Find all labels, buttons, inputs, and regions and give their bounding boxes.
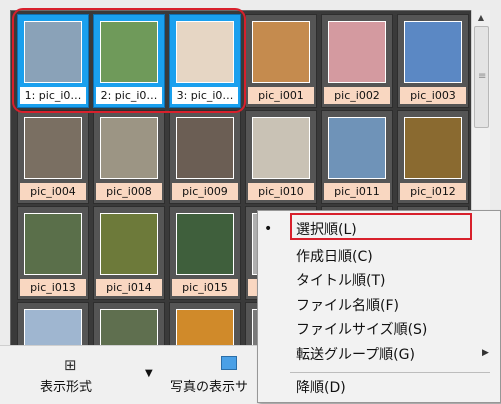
photo-thumbnail: [100, 213, 158, 275]
photo-thumbnail: [328, 21, 386, 83]
thumbnail-tile[interactable]: pic_i014: [93, 206, 165, 300]
thumbnail-tile[interactable]: [17, 302, 89, 346]
menu-item-filename[interactable]: ファイル名順(F): [296, 295, 399, 315]
menu-item-descending[interactable]: 降順(D): [296, 377, 346, 397]
thumbnail-label: pic_i012: [400, 183, 466, 200]
thumbnail-label: pic_i014: [96, 279, 162, 296]
photo-thumbnail: [252, 117, 310, 179]
photo-thumbnail: [404, 21, 462, 83]
thumbnail-tile[interactable]: pic_i001: [245, 14, 317, 108]
menu-item-selection-order[interactable]: 選択順(L): [296, 219, 357, 239]
thumbnail-tile[interactable]: pic_i011: [321, 110, 393, 204]
thumbnail-tile[interactable]: pic_i013: [17, 206, 89, 300]
scroll-up-arrow-icon[interactable]: ▲: [472, 10, 490, 26]
thumbnail-label: pic_i010: [248, 183, 314, 200]
photo-thumbnail: [24, 213, 82, 275]
photo-thumbnail: [100, 117, 158, 179]
menu-separator: [290, 372, 490, 373]
grid-icon[interactable]: ⊞: [64, 356, 77, 374]
photo-thumbnail: [24, 117, 82, 179]
photo-thumbnail: [176, 117, 234, 179]
thumbnail-tile[interactable]: pic_i002: [321, 14, 393, 108]
photo-thumbnail: [176, 213, 234, 275]
selected-tiles-highlight: [12, 8, 246, 113]
photo-thumbnail: [328, 117, 386, 179]
thumbnail-label: pic_i009: [172, 183, 238, 200]
thumbnail-tile[interactable]: pic_i008: [93, 110, 165, 204]
thumbnail-label: pic_i011: [324, 183, 390, 200]
thumbnail-tile[interactable]: pic_i015: [169, 206, 241, 300]
thumbnail-tile[interactable]: pic_i012: [397, 110, 469, 204]
menu-item-filesize[interactable]: ファイルサイズ順(S): [296, 319, 427, 339]
sort-context-menu: • 選択順(L) 作成日順(C) タイトル順(T) ファイル名順(F) ファイル…: [257, 210, 501, 403]
dropdown-arrow-icon[interactable]: ▼: [145, 368, 153, 379]
thumbnail-tile[interactable]: pic_i003: [397, 14, 469, 108]
selected-bullet-icon: •: [264, 221, 273, 237]
thumbnail-tile[interactable]: [169, 302, 241, 346]
thumbnail-label: pic_i002: [324, 87, 390, 104]
thumbnail-label: pic_i008: [96, 183, 162, 200]
thumbnail-label: pic_i013: [20, 279, 86, 296]
thumbnail-label: pic_i004: [20, 183, 86, 200]
photo-thumbnail: [404, 117, 462, 179]
photo-view-icon[interactable]: [221, 356, 237, 370]
thumbnail-label: pic_i015: [172, 279, 238, 296]
thumbnail-label: pic_i001: [248, 87, 314, 104]
thumbnail-tile[interactable]: [93, 302, 165, 346]
photo-view-button[interactable]: 写真の表示サ: [170, 376, 248, 395]
menu-item-transfer-group[interactable]: 転送グループ順(G): [296, 344, 415, 364]
thumbnail-tile[interactable]: pic_i010: [245, 110, 317, 204]
photo-thumbnail: [176, 309, 234, 346]
scroll-thumb[interactable]: ≡: [474, 26, 489, 128]
thumbnail-label: pic_i003: [400, 87, 466, 104]
thumbnail-tile[interactable]: pic_i004: [17, 110, 89, 204]
submenu-arrow-icon: ▶: [482, 348, 489, 358]
grip-icon: ≡: [478, 71, 487, 82]
photo-thumbnail: [100, 309, 158, 346]
menu-item-title[interactable]: タイトル順(T): [296, 270, 385, 290]
view-mode-button[interactable]: 表示形式: [40, 376, 92, 395]
menu-item-created-date[interactable]: 作成日順(C): [296, 246, 373, 266]
photo-thumbnail: [252, 21, 310, 83]
photo-thumbnail: [24, 309, 82, 346]
thumbnail-tile[interactable]: pic_i009: [169, 110, 241, 204]
